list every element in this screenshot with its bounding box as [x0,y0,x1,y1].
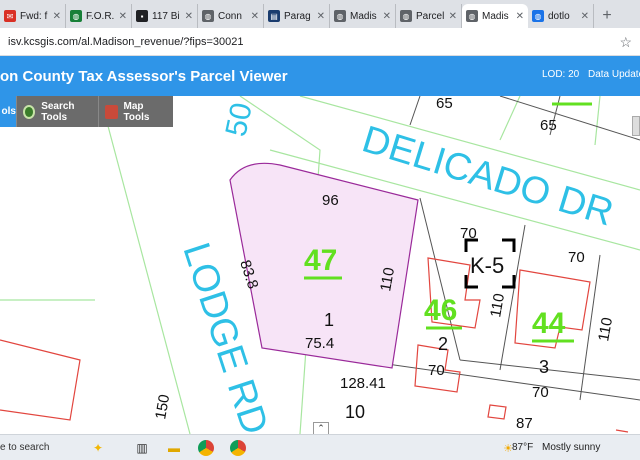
browser-tab[interactable]: ◍ dotlo ✕ [528,4,594,28]
globe-icon: ◍ [202,10,214,22]
dimension-label: 96 [322,192,339,209]
os-taskbar: e to search ✦ ▥ ▬ ☀ 87°F Mostly sunny [0,434,640,460]
browser-tab[interactable]: ◍ Madis ✕ [462,4,528,28]
globe-icon: ◍ [400,10,412,22]
search-tools-label: Search Tools [41,100,75,123]
dimension-label: 70 [428,362,445,379]
browser-tab-label: Fwd: f [20,10,48,22]
sparkle-icon[interactable]: ✦ [90,440,106,456]
globe-icon: ◍ [70,10,82,22]
dimension-label: 70 [532,384,549,401]
browser-tab[interactable]: ◍ Parcel ✕ [396,4,462,28]
weather-temperature: 87°F [512,442,534,453]
search-globe-icon [23,104,36,119]
close-icon[interactable]: ✕ [516,11,524,22]
lot-number-46: 46 [424,294,457,327]
folder-icon[interactable]: ▬ [166,440,182,456]
lot-number-47: 47 [304,244,337,277]
browser-tab-label: Madis [350,10,377,22]
close-icon[interactable]: ✕ [449,11,457,22]
parcel-number-1: 1 [324,310,334,330]
map-tools-icon [105,104,118,119]
app-header: on County Tax Assessor's Parcel Viewer L… [0,56,640,96]
url-text[interactable]: isv.kcsgis.com/al.Madison_revenue/?fips=… [8,36,244,48]
search-tools-button[interactable]: Search Tools [16,96,98,127]
weather-condition: Mostly sunny [542,442,601,453]
browser-tab[interactable]: ▪ 117 Bi ✕ [132,4,198,28]
browser-tab[interactable]: ◍ Conn ✕ [198,4,264,28]
parcel-number-10: 10 [345,402,365,422]
close-icon[interactable]: ✕ [383,11,391,22]
browser-tab[interactable]: ◍ Madis ✕ [330,4,396,28]
new-tab-button[interactable]: + [594,4,620,28]
taskbar-search[interactable]: e to search [0,442,49,453]
browser-tab[interactable]: ▤ Parag ✕ [264,4,330,28]
chart-icon: ▤ [268,10,280,22]
street-label-50: 50 [220,100,259,140]
dimension-label: 150 [152,393,173,421]
dimension-label: 110 [595,316,616,343]
dimension-label: 75.4 [305,335,334,352]
parcel-map[interactable]: DELICADO DR LODGE RD 50 47 46 44 K-5 1 2… [0,96,640,434]
browser-tab-label: 117 Bi [152,10,180,22]
parcel-number-3: 3 [539,357,549,377]
app-title: on County Tax Assessor's Parcel Viewer [0,67,288,85]
browser-tab-label: Parag [284,10,311,22]
chrome-icon-2[interactable] [230,440,246,456]
star-icon[interactable]: ☆ [619,34,632,51]
mail-icon: ✉ [4,10,16,22]
close-icon[interactable]: ✕ [317,11,325,22]
map-toolbar: ols Search Tools Map Tools [0,96,173,127]
weather-readout[interactable]: 87°F Mostly sunny [512,442,600,453]
dimension-label: 87 [516,415,533,432]
task-view-icon[interactable]: ▥ [134,440,150,456]
dimension-label: 65 [540,117,557,134]
dimension-label: 110 [487,292,508,319]
map-canvas[interactable]: DELICADO DR LODGE RD 50 47 46 44 K-5 1 2… [0,96,640,434]
globe-icon: ◍ [532,10,544,22]
map-tools-button[interactable]: Map Tools [98,96,173,127]
browser-tab[interactable]: ✉ Fwd: f ✕ [0,4,66,28]
address-bar[interactable]: isv.kcsgis.com/al.Madison_revenue/?fips=… [0,28,640,56]
tools-tab-label: ols [1,106,16,117]
parcel-number-2: 2 [438,334,448,354]
close-icon[interactable]: ✕ [581,11,589,22]
globe-icon: ◍ [466,10,478,22]
close-icon[interactable]: ✕ [119,11,127,22]
browser-tab-label: Parcel [416,10,445,22]
dimension-label: 128.41 [340,375,386,392]
browser-tab-label: dotlo [548,10,570,22]
dimension-label: 65 [436,96,453,112]
close-icon[interactable]: ✕ [53,11,61,22]
side-panel-toggle[interactable] [632,116,640,136]
browser-tab-label: F.O.R. [86,10,115,22]
chevron-up-icon[interactable]: ⌃ [313,422,329,434]
globe-icon: ◍ [334,10,346,22]
map-tools-label: Map Tools [123,100,150,123]
lod-readout: LOD: 20 [542,69,580,80]
close-icon[interactable]: ✕ [251,11,259,22]
page-icon: ▪ [136,10,148,22]
data-updated-link[interactable]: Data Updated [588,69,640,80]
dimension-label: 70 [460,225,477,242]
lot-number-44: 44 [532,307,566,340]
tools-tab-button[interactable]: ols [0,96,16,127]
dimension-label: 70 [568,249,585,266]
browser-tab[interactable]: ◍ F.O.R. ✕ [66,4,132,28]
chrome-icon[interactable] [198,440,214,456]
browser-tab-label: Madis [482,10,509,22]
block-label-k5: K-5 [470,253,504,278]
browser-tab-label: Conn [218,10,242,22]
browser-tab-strip: ✉ Fwd: f ✕ ◍ F.O.R. ✕ ▪ 117 Bi ✕ ◍ Conn ✕ ▤ Parag ✕ ◍ Ma… [0,0,640,28]
close-icon[interactable]: ✕ [185,11,193,22]
